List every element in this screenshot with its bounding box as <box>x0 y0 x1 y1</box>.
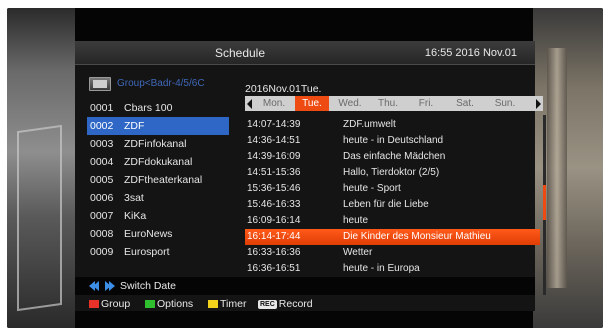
day-tab-wed[interactable]: Wed. <box>333 96 367 111</box>
channel-item[interactable]: 0003 ZDFinfokanal <box>87 135 229 153</box>
channel-item[interactable]: 0005 ZDFtheaterkanal <box>87 171 229 189</box>
record-key[interactable]: REC Record <box>258 298 313 310</box>
channel-item[interactable]: 0004 ZDFdokukanal <box>87 153 229 171</box>
event-title: heute <box>343 215 369 226</box>
timer-key-label: Timer <box>220 298 247 310</box>
switch-date-arrows-icon[interactable] <box>89 281 117 291</box>
header-bar: Schedule 16:55 2016 Nov.01 <box>75 41 535 65</box>
event-time: 14:07-14:39 <box>247 119 301 130</box>
rec-icon: REC <box>258 300 277 309</box>
record-key-label: Record <box>278 298 313 310</box>
channel-item[interactable]: 0008 EuroNews <box>87 225 229 243</box>
event-time: 14:39-16:09 <box>247 151 301 162</box>
event-row[interactable]: 16:33-16:36 Wetter <box>245 245 540 261</box>
channel-item[interactable]: 0007 KiKa <box>87 207 229 225</box>
footer-keys: Group Options Timer REC Record <box>75 295 535 311</box>
options-key-label: Options <box>157 298 194 310</box>
event-row[interactable]: 14:07-14:39 ZDF.umwelt <box>245 117 540 133</box>
channel-number: 0006 <box>90 192 114 204</box>
channel-name: EuroNews <box>124 228 173 240</box>
channel-number: 0005 <box>90 174 114 186</box>
event-time: 14:36-14:51 <box>247 135 301 146</box>
event-title: heute - in Deutschland <box>343 135 444 146</box>
channel-number: 0004 <box>90 156 114 168</box>
event-row[interactable]: 16:09-16:14 heute <box>245 213 540 229</box>
schedule-date: 2016Nov.01Tue. <box>245 83 322 95</box>
switch-date-label: Switch Date <box>120 280 177 292</box>
event-title: heute - Sport <box>343 183 401 194</box>
event-row[interactable]: 14:36-14:51 heute - in Deutschland <box>245 133 540 149</box>
event-title: Die Kinder des Monsieur Mathieu <box>343 231 491 242</box>
event-title: Hallo, Tierdoktor (2/5) <box>343 167 440 178</box>
clock: 16:55 2016 Nov.01 <box>424 47 517 59</box>
day-tab-sat[interactable]: Sat. <box>448 96 482 111</box>
channel-item[interactable]: 0009 Eurosport <box>87 243 229 261</box>
day-prev-arrow-icon[interactable] <box>247 99 252 109</box>
channel-number: 0001 <box>90 102 114 114</box>
background-video-left <box>7 8 75 328</box>
event-row[interactable]: 15:36-15:46 heute - Sport <box>245 181 540 197</box>
event-scrollbar[interactable] <box>543 115 546 295</box>
channel-number: 0002 <box>90 120 114 132</box>
day-next-arrow-icon[interactable] <box>536 99 541 109</box>
channel-number: 0008 <box>90 228 114 240</box>
channel-item[interactable]: 0001 Cbars 100 <box>87 99 229 117</box>
event-time: 16:09-16:14 <box>247 215 301 226</box>
channel-list: 0001 Cbars 100 0002 ZDF 0003 ZDFinfokanal 0… <box>87 99 229 261</box>
event-row-selected[interactable]: 16:14-17:44 Die Kinder des Monsieur Mathi… <box>245 229 540 245</box>
event-title: Wetter <box>343 247 373 258</box>
day-tab-fri[interactable]: Fri. <box>409 96 443 111</box>
event-time: 16:33-16:36 <box>247 247 301 258</box>
group-key-label: Group <box>101 298 131 310</box>
event-time: 15:46-16:33 <box>247 199 301 210</box>
event-time: 14:51-15:36 <box>247 167 301 178</box>
timer-key[interactable]: Timer <box>208 298 246 310</box>
channel-name: 3sat <box>124 192 144 204</box>
group-label: Group<Badr-4/5/6C <box>117 78 205 89</box>
epg-panel: Schedule 16:55 2016 Nov.01 Group<Badr-4/… <box>75 41 546 311</box>
channel-number: 0007 <box>90 210 114 222</box>
day-tab-mon[interactable]: Mon. <box>257 96 291 111</box>
scrollbar-thumb[interactable] <box>543 185 546 220</box>
event-row[interactable]: 16:36-16:51 heute - in Europa <box>245 261 540 277</box>
green-key-icon <box>145 300 155 308</box>
event-row[interactable]: 14:51-15:36 Hallo, Tierdoktor (2/5) <box>245 165 540 181</box>
day-tab-thu[interactable]: Thu. <box>371 96 405 111</box>
channel-name: KiKa <box>124 210 147 222</box>
event-time: 16:36-16:51 <box>247 263 301 274</box>
page-title: Schedule <box>214 46 266 60</box>
group-selector[interactable]: Group<Badr-4/5/6C <box>85 77 235 93</box>
options-key[interactable]: Options <box>145 298 193 310</box>
channel-name: ZDFtheaterkanal <box>124 174 203 186</box>
red-key-icon <box>89 300 99 308</box>
channel-name: ZDF <box>124 120 145 132</box>
channel-name: ZDFdokukanal <box>124 156 193 168</box>
event-title: heute - in Europa <box>343 263 420 274</box>
event-title: Leben für die Liebe <box>343 199 429 210</box>
channel-number: 0009 <box>90 246 114 258</box>
group-key[interactable]: Group <box>89 298 130 310</box>
channel-item-selected[interactable]: 0002 ZDF <box>87 117 229 135</box>
switch-date-bar: Switch Date <box>75 277 535 295</box>
channel-item[interactable]: 0006 3sat <box>87 189 229 207</box>
day-selector: Mon. Tue. Wed. Thu. Fri. Sat. Sun. <box>245 96 543 111</box>
event-row[interactable]: 15:46-16:33 Leben für die Liebe <box>245 197 540 213</box>
tv-screen: Schedule 16:55 2016 Nov.01 Group<Badr-4/… <box>7 8 603 328</box>
channel-number: 0003 <box>90 138 114 150</box>
event-time: 16:14-17:44 <box>247 231 301 242</box>
day-tab-sun[interactable]: Sun. <box>488 96 522 111</box>
channel-name: ZDFinfokanal <box>124 138 187 150</box>
yellow-key-icon <box>208 300 218 308</box>
event-list: 14:07-14:39 ZDF.umwelt 14:36-14:51 heute -… <box>245 117 540 277</box>
channel-name: Cbars 100 <box>124 102 173 114</box>
day-tab-tue[interactable]: Tue. <box>295 96 329 111</box>
event-title: ZDF.umwelt <box>343 119 396 130</box>
tv-icon <box>89 77 111 91</box>
event-time: 15:36-15:46 <box>247 183 301 194</box>
channel-name: Eurosport <box>124 246 170 258</box>
event-row[interactable]: 14:39-16:09 Das einfache Mädchen <box>245 149 540 165</box>
event-title: Das einfache Mädchen <box>343 151 446 162</box>
